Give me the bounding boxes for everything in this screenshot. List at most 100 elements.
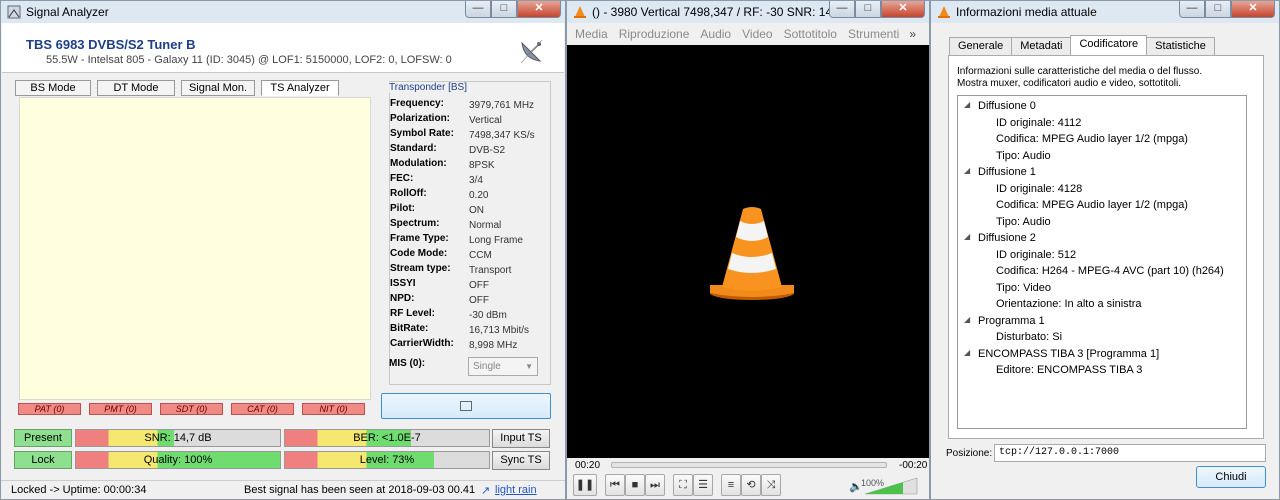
expand-arrow-icon[interactable]: ◢ bbox=[964, 166, 970, 175]
tab-metadati[interactable]: Metadati bbox=[1011, 37, 1072, 56]
minimize-button[interactable]: — bbox=[1179, 1, 1205, 18]
playlist-button[interactable]: ≡ bbox=[721, 474, 741, 496]
param-label: CarrierWidth: bbox=[390, 338, 454, 349]
expand-arrow-icon[interactable]: ◢ bbox=[964, 348, 970, 357]
param-value: Vertical bbox=[469, 115, 502, 126]
menu-sottotitolo[interactable]: Sottotitolo bbox=[784, 27, 837, 41]
input-ts-button[interactable]: Input TS bbox=[492, 429, 550, 448]
tree-leaf: Codifica: MPEG Audio layer 1/2 (mpga) bbox=[996, 199, 1188, 211]
tab-dt-mode[interactable]: DT Mode bbox=[97, 80, 175, 96]
tree-node[interactable]: ◢ Diffusione 0 bbox=[964, 100, 1036, 112]
sync-ts-button[interactable]: Sync TS bbox=[492, 451, 550, 470]
param-value: 3/4 bbox=[469, 175, 483, 186]
maximize-button[interactable]: □ bbox=[491, 1, 517, 18]
param-value: 3979,761 MHz bbox=[469, 100, 535, 111]
level-meter: Level: 73% bbox=[284, 451, 490, 469]
tree-leaf: ID originale: 512 bbox=[996, 248, 1077, 261]
expand-arrow-icon[interactable]: ◢ bbox=[964, 232, 970, 241]
weather-link[interactable]: light rain bbox=[495, 484, 537, 496]
transponder-group: Transponder [BS] Frequency: 3979,761 MHz P… bbox=[389, 81, 551, 385]
tab-codificatore[interactable]: Codificatore bbox=[1070, 35, 1148, 56]
satellite-dish-icon bbox=[520, 39, 543, 64]
apply-button[interactable] bbox=[381, 393, 551, 419]
pid-table-indicators: PAT (0) PMT (0) SDT (0) CAT (0) NIT (0) bbox=[18, 403, 373, 415]
tree-leaf: Editore: ENCOMPASS TIBA 3 bbox=[996, 364, 1143, 376]
time-elapsed: 00:20 bbox=[575, 460, 601, 471]
param-label: Stream type: bbox=[390, 263, 451, 274]
expand-arrow-icon[interactable]: ◢ bbox=[964, 100, 970, 109]
minimize-button[interactable]: — bbox=[829, 1, 855, 18]
vlc-cone-icon bbox=[938, 6, 950, 18]
param-value: OFF bbox=[469, 280, 489, 291]
next-button[interactable]: ⏭ bbox=[645, 474, 665, 496]
ber-meter: BER: <1.0E-7 bbox=[284, 429, 490, 447]
previous-button[interactable]: ⏮ bbox=[605, 474, 625, 496]
menu-overflow[interactable]: » bbox=[909, 27, 916, 41]
menu-strumenti[interactable]: Strumenti bbox=[848, 27, 899, 41]
param-label: RollOff: bbox=[390, 188, 427, 199]
menu-video[interactable]: Video bbox=[742, 27, 772, 41]
param-label: Pilot: bbox=[390, 203, 415, 214]
uptime-status: Locked -> Uptime: 00:00:34 bbox=[11, 484, 147, 496]
fullscreen-icon: ⛶ bbox=[679, 479, 687, 491]
close-button[interactable]: ✕ bbox=[1231, 1, 1275, 18]
position-field[interactable]: tcp://127.0.0.1:7000 bbox=[994, 444, 1266, 462]
menu-audio[interactable]: Audio bbox=[700, 27, 731, 41]
tab-signal-mon[interactable]: Signal Mon. bbox=[181, 80, 255, 96]
sa-titlebar[interactable]: Signal Analyzer — □ ✕ bbox=[1, 1, 565, 23]
param-value: Long Frame bbox=[469, 235, 523, 246]
volume-percent: 100% bbox=[861, 478, 885, 488]
loop-icon: ⟲ bbox=[746, 479, 756, 491]
expand-arrow-icon[interactable]: ◢ bbox=[964, 315, 970, 324]
tree-leaf: Orientazione: In alto a sinistra bbox=[996, 298, 1142, 310]
menu-media[interactable]: Media bbox=[575, 27, 608, 41]
tree-node[interactable]: ◢ Diffusione 1 bbox=[964, 166, 1036, 178]
tab-generale[interactable]: Generale bbox=[949, 37, 1013, 56]
tab-statistiche[interactable]: Statistiche bbox=[1146, 37, 1215, 56]
lock-indicator: Lock bbox=[14, 451, 72, 469]
pause-button[interactable]: ❚❚ bbox=[573, 474, 597, 496]
stop-button[interactable]: ■ bbox=[625, 474, 645, 496]
param-label: Standard: bbox=[390, 143, 437, 154]
info-titlebar[interactable]: Informazioni media attuale — □ ✕ bbox=[931, 1, 1279, 23]
chiudi-button[interactable]: Chiudi bbox=[1196, 466, 1266, 488]
minimize-button[interactable]: — bbox=[465, 1, 491, 18]
menu-riproduzione[interactable]: Riproduzione bbox=[619, 27, 690, 41]
vlc-cone-logo bbox=[710, 207, 794, 300]
mis-select[interactable]: Single ▼ bbox=[468, 357, 538, 376]
vlc-window: () - 3980 Vertical 7498,347 / RF: -30 SN… bbox=[566, 0, 930, 500]
tree-leaf: Codifica: H264 - MPEG-4 AVC (part 10) (h… bbox=[996, 265, 1224, 277]
codec-tree[interactable]: ◢ Diffusione 0 ID originale: 4112 Codifica:… bbox=[957, 95, 1247, 429]
vlc-titlebar[interactable]: () - 3980 Vertical 7498,347 / RF: -30 SN… bbox=[567, 1, 929, 23]
param-label: ISSYI bbox=[390, 278, 416, 289]
tree-leaf: Tipo: Video bbox=[996, 281, 1052, 294]
fullscreen-button[interactable]: ⛶ bbox=[673, 474, 693, 496]
param-label: Frame Type: bbox=[390, 233, 449, 244]
transponder-legend: Transponder [BS] bbox=[389, 82, 471, 93]
tree-leaf: ID originale: 4112 bbox=[996, 116, 1082, 129]
seek-bar[interactable] bbox=[611, 462, 887, 468]
tree-node[interactable]: ◢ Programma 1 bbox=[964, 315, 1045, 327]
param-label: Frequency: bbox=[390, 98, 444, 109]
video-area[interactable] bbox=[567, 45, 929, 458]
extended-settings-button[interactable]: ☰ bbox=[693, 474, 713, 496]
sa-status-bar: Locked -> Uptime: 00:00:34 Best signal h… bbox=[1, 480, 565, 499]
ts-analyzer-panel bbox=[19, 97, 371, 400]
tab-ts-analyzer[interactable]: TS Analyzer (...) bbox=[261, 80, 339, 108]
tree-leaf: Tipo: Audio bbox=[996, 215, 1051, 228]
shuffle-button[interactable]: ⤨ bbox=[761, 474, 781, 496]
loop-button[interactable]: ⟲ bbox=[741, 474, 761, 496]
maximize-button[interactable]: □ bbox=[1205, 1, 1231, 18]
pid-cat: CAT (0) bbox=[231, 403, 294, 415]
pid-nit: NIT (0) bbox=[302, 403, 365, 415]
close-button[interactable]: ✕ bbox=[881, 1, 925, 18]
tab-bs-mode[interactable]: BS Mode bbox=[15, 80, 91, 96]
maximize-button[interactable]: □ bbox=[855, 1, 881, 18]
vlc-controls: 00:20 -00:20 ❚❚ ⏮ ■ ⏭ ⛶ ☰ ≡ ⟲ ⤨ 🔈 100% bbox=[567, 458, 929, 499]
tree-node[interactable]: ◢ ENCOMPASS TIBA 3 [Programma 1] bbox=[964, 348, 1159, 360]
param-label: Spectrum: bbox=[390, 218, 440, 229]
tree-node[interactable]: ◢ Diffusione 2 bbox=[964, 232, 1036, 244]
param-value: 8PSK bbox=[469, 160, 495, 171]
close-button[interactable]: ✕ bbox=[517, 1, 561, 18]
codec-panel: Informazioni sulle caratteristiche del m… bbox=[948, 55, 1264, 439]
